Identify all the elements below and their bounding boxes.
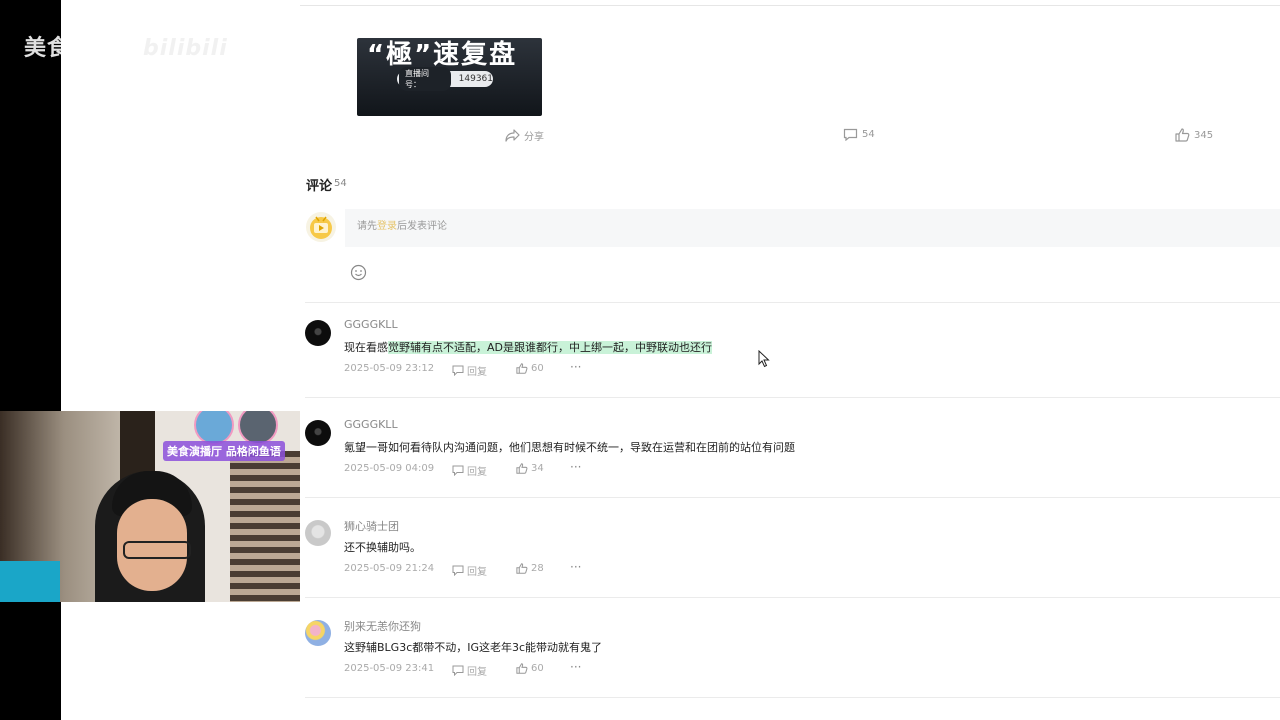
- comment-like-count: 60: [531, 663, 544, 674]
- compose-prefix: 请先: [357, 221, 377, 232]
- streamer-glasses: [123, 541, 191, 559]
- compose-suffix: 后发表评论: [397, 221, 447, 232]
- reply-button[interactable]: 回复: [452, 663, 487, 678]
- comment-text: 这野辅BLG3c都带不动，IG这老年3c能带动就有鬼了: [344, 641, 603, 654]
- reply-icon: [452, 365, 464, 376]
- comment-like-button[interactable]: 28: [516, 563, 544, 574]
- comment-text: 还不换辅助吗。: [344, 541, 421, 554]
- more-options-button[interactable]: ···: [570, 460, 581, 474]
- divider: [305, 397, 1280, 398]
- comment-like-button[interactable]: 60: [516, 663, 544, 674]
- comment-username[interactable]: GGGGKLL: [344, 418, 398, 431]
- comment-username[interactable]: 狮心骑士团: [344, 518, 399, 534]
- comment-time: 2025-05-09 04:09: [344, 463, 435, 474]
- comment-like-count: 28: [531, 563, 544, 574]
- watermark-brand: bilibili: [143, 36, 228, 61]
- post-image[interactable]: “極”速复盘 直播间号： 149361: [357, 38, 542, 116]
- comment-like-count: 60: [531, 363, 544, 374]
- comment-time: 2025-05-09 23:12: [344, 363, 435, 374]
- reply-label: 回复: [467, 367, 487, 378]
- thumbs-up-icon: [1175, 128, 1190, 142]
- share-icon: [505, 129, 520, 142]
- mouse-cursor-icon: [758, 349, 770, 372]
- comment-compose-box[interactable]: [345, 209, 1280, 247]
- reply-button[interactable]: 回复: [452, 563, 487, 578]
- comment-like-button[interactable]: 60: [516, 363, 544, 374]
- top-divider: [300, 5, 1280, 6]
- room-number-pill: 直播间号： 149361: [397, 67, 493, 91]
- avatar[interactable]: [305, 320, 331, 346]
- divider: [305, 597, 1280, 598]
- watermark-text: 美食区香锅: [24, 36, 140, 61]
- streamer-webcam: 美食演播厅 品格闲鱼语: [0, 411, 300, 602]
- divider: [305, 697, 1280, 698]
- comment-username[interactable]: GGGGKLL: [344, 318, 398, 331]
- webcam-banner: 美食演播厅 品格闲鱼语: [163, 441, 285, 461]
- reply-label: 回复: [467, 567, 487, 578]
- reply-label: 回复: [467, 467, 487, 478]
- comment-icon: [843, 128, 858, 141]
- comment-count: 54: [862, 129, 875, 140]
- thumbs-up-icon: [516, 563, 528, 574]
- room-number: 149361: [458, 74, 493, 84]
- bilibili-watermark: 美食区香锅 bilibili: [24, 30, 228, 62]
- avatar[interactable]: [305, 620, 331, 646]
- comment-text-highlighted: 觉野辅有点不适配，AD是跟谁都行，中上绑一起，中野联动也还行: [388, 341, 712, 354]
- reply-button[interactable]: 回复: [452, 363, 487, 378]
- reply-label: 回复: [467, 667, 487, 678]
- reply-icon: [452, 565, 464, 576]
- comments-count: 54: [334, 178, 347, 189]
- comment-compose-placeholder: 请先登录后发表评论: [357, 217, 447, 232]
- like-count: 345: [1194, 129, 1214, 141]
- more-options-button[interactable]: ···: [570, 660, 581, 674]
- more-options-button[interactable]: ···: [570, 360, 581, 374]
- comment-count-button[interactable]: 54: [843, 128, 875, 141]
- avatar[interactable]: [305, 420, 331, 446]
- divider: [305, 497, 1280, 498]
- room-label: 直播间号：: [399, 67, 451, 91]
- thumbs-up-icon: [516, 363, 528, 374]
- reply-icon: [452, 465, 464, 476]
- tv-mascot-icon: [310, 216, 332, 239]
- avatar[interactable]: [305, 520, 331, 546]
- smiley-icon: [350, 264, 367, 281]
- comment-text: 氪望一哥如何看待队内沟通问题，他们思想有时候不统一，导致在运营和在团前的站位有问…: [344, 441, 795, 454]
- emoji-button[interactable]: [350, 264, 367, 285]
- left-black-bar: [0, 0, 61, 720]
- divider: [305, 302, 1280, 303]
- share-label: 分享: [524, 132, 544, 143]
- comment-time: 2025-05-09 23:41: [344, 663, 435, 674]
- comments-title: 评论: [306, 179, 333, 194]
- comment-username[interactable]: 别来无恙你还狗: [344, 618, 421, 634]
- reply-button[interactable]: 回复: [452, 463, 487, 478]
- share-button[interactable]: 分享: [505, 128, 544, 143]
- comment-text-plain: 现在看感: [344, 341, 388, 354]
- reply-icon: [452, 665, 464, 676]
- thumbs-up-icon: [516, 463, 528, 474]
- current-user-avatar[interactable]: [306, 212, 336, 242]
- webcam-blinds: [230, 451, 300, 602]
- like-button[interactable]: 345: [1175, 128, 1213, 142]
- thumbs-up-icon: [516, 663, 528, 674]
- comment-like-button[interactable]: 34: [516, 463, 544, 474]
- login-link[interactable]: 登录: [377, 221, 397, 232]
- more-options-button[interactable]: ···: [570, 560, 581, 574]
- comment-time: 2025-05-09 21:24: [344, 563, 435, 574]
- webcam-blue-object: [0, 561, 60, 602]
- post-actions: 分享 54 345: [0, 128, 1280, 146]
- comment-like-count: 34: [531, 463, 544, 474]
- comment-text: 现在看感觉野辅有点不适配，AD是跟谁都行，中上绑一起，中野联动也还行: [344, 339, 712, 355]
